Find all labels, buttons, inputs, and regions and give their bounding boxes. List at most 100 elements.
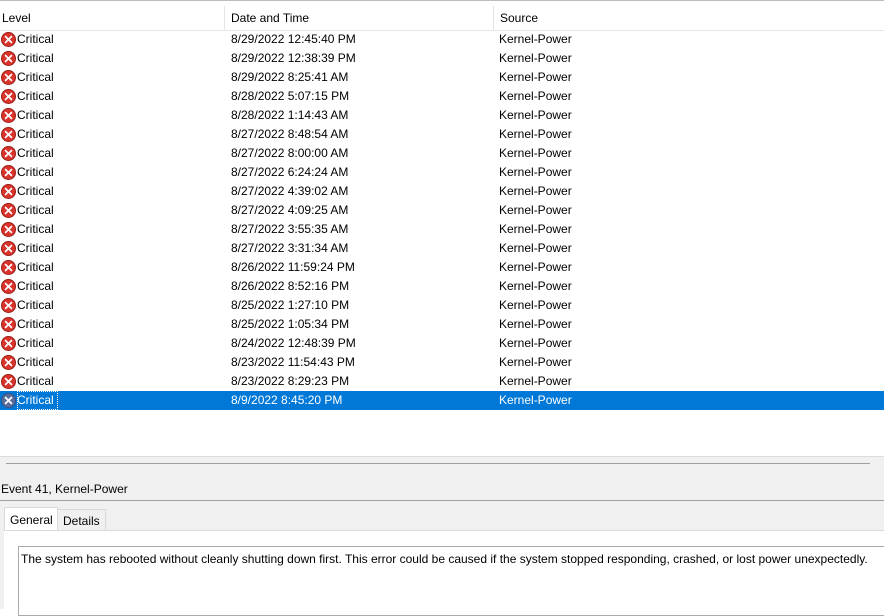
critical-error-icon [1, 146, 16, 161]
row-date-time: 8/27/2022 3:31:34 AM [231, 241, 349, 255]
table-row[interactable]: Critical 8/26/2022 8:52:16 PM Kernel-Power [0, 277, 884, 296]
row-source: Kernel-Power [499, 127, 572, 141]
row-level: Critical [17, 391, 58, 410]
row-level: Critical [17, 374, 54, 388]
row-source: Kernel-Power [499, 336, 572, 350]
table-row[interactable]: Critical 8/29/2022 8:25:41 AM Kernel-Power [0, 68, 884, 87]
critical-error-icon [1, 70, 16, 85]
critical-error-icon [1, 336, 16, 351]
table-row[interactable]: Critical 8/27/2022 3:55:35 AM Kernel-Power [0, 220, 884, 239]
table-row[interactable]: Critical 8/25/2022 1:27:10 PM Kernel-Power [0, 296, 884, 315]
row-source: Kernel-Power [499, 298, 572, 312]
row-source: Kernel-Power [499, 184, 572, 198]
row-level: Critical [17, 298, 54, 312]
table-row[interactable]: Critical 8/27/2022 4:39:02 AM Kernel-Power [0, 182, 884, 201]
event-description: The system has rebooted without cleanly … [21, 552, 868, 566]
critical-error-icon [1, 317, 16, 332]
row-level: Critical [17, 222, 54, 236]
row-level: Critical [17, 241, 54, 255]
event-title-divider [0, 500, 884, 501]
row-date-time: 8/29/2022 12:38:39 PM [231, 51, 356, 65]
row-date-time: 8/27/2022 4:09:25 AM [231, 203, 349, 217]
critical-error-icon [1, 127, 16, 142]
splitter-line [6, 463, 870, 464]
critical-error-icon [1, 108, 16, 123]
table-row[interactable]: Critical 8/28/2022 5:07:15 PM Kernel-Power [0, 87, 884, 106]
critical-error-icon [1, 89, 16, 104]
table-row[interactable]: Critical 8/9/2022 8:45:20 PM Kernel-Power [0, 391, 884, 410]
row-source: Kernel-Power [499, 51, 572, 65]
row-date-time: 8/27/2022 3:55:35 AM [231, 222, 349, 236]
row-date-time: 8/25/2022 1:05:34 PM [231, 317, 350, 331]
row-date-time: 8/25/2022 1:27:10 PM [231, 298, 350, 312]
table-row[interactable]: Critical 8/25/2022 1:05:34 PM Kernel-Power [0, 315, 884, 334]
row-date-time: 8/23/2022 8:29:23 PM [231, 374, 350, 388]
table-row[interactable]: Critical 8/24/2022 12:48:39 PM Kernel-Powe… [0, 334, 884, 353]
row-source: Kernel-Power [499, 374, 572, 388]
row-source: Kernel-Power [499, 89, 572, 103]
critical-error-icon [1, 222, 16, 237]
table-row[interactable]: Critical 8/27/2022 4:09:25 AM Kernel-Power [0, 201, 884, 220]
row-level: Critical [17, 32, 54, 46]
table-row[interactable]: Critical 8/26/2022 11:59:24 PM Kernel-Powe… [0, 258, 884, 277]
row-source: Kernel-Power [499, 222, 572, 236]
tab-details[interactable]: Details [58, 509, 106, 531]
critical-error-icon [1, 298, 16, 313]
row-date-time: 8/27/2022 8:00:00 AM [231, 146, 349, 160]
table-row[interactable]: Critical 8/29/2022 12:38:39 PM Kernel-Powe… [0, 49, 884, 68]
event-list-header: Level Date and Time Source [0, 6, 884, 31]
row-date-time: 8/27/2022 6:24:24 AM [231, 165, 349, 179]
critical-error-icon [1, 374, 16, 389]
column-header-level[interactable]: Level [0, 6, 224, 30]
critical-error-icon [1, 51, 16, 66]
critical-error-icon [1, 184, 16, 199]
row-level: Critical [17, 108, 54, 122]
row-source: Kernel-Power [499, 279, 572, 293]
row-level: Critical [17, 279, 54, 293]
row-level: Critical [17, 336, 54, 350]
row-source: Kernel-Power [499, 165, 572, 179]
row-level: Critical [17, 203, 54, 217]
row-level: Critical [17, 165, 54, 179]
table-row[interactable]: Critical 8/23/2022 11:54:43 PM Kernel-Powe… [0, 353, 884, 372]
tab-general[interactable]: General [4, 507, 58, 531]
row-date-time: 8/26/2022 11:59:24 PM [231, 260, 355, 274]
column-header-date-and-time[interactable]: Date and Time [224, 6, 493, 30]
row-date-time: 8/29/2022 8:25:41 AM [231, 70, 349, 84]
table-row[interactable]: Critical 8/29/2022 12:45:40 PM Kernel-Powe… [0, 30, 884, 49]
event-rows: Critical 8/29/2022 12:45:40 PM Kernel-Powe… [0, 30, 884, 410]
critical-error-icon [1, 355, 16, 370]
row-source: Kernel-Power [499, 355, 572, 369]
row-date-time: 8/9/2022 8:45:20 PM [231, 393, 343, 407]
row-date-time: 8/28/2022 5:07:15 PM [231, 89, 350, 103]
critical-error-icon [1, 32, 16, 47]
event-description-box[interactable]: The system has rebooted without cleanly … [18, 546, 884, 616]
critical-error-icon [1, 165, 16, 180]
row-source: Kernel-Power [499, 241, 572, 255]
table-row[interactable]: Critical 8/27/2022 3:31:34 AM Kernel-Power [0, 239, 884, 258]
row-level: Critical [17, 89, 54, 103]
row-date-time: 8/28/2022 1:14:43 AM [231, 108, 349, 122]
column-header-source[interactable]: Source [493, 6, 884, 30]
critical-error-icon [1, 279, 16, 294]
row-source: Kernel-Power [499, 32, 572, 46]
critical-error-icon [1, 260, 16, 275]
row-level: Critical [17, 146, 54, 160]
table-row[interactable]: Critical 8/27/2022 6:24:24 AM Kernel-Power [0, 163, 884, 182]
event-title: Event 41, Kernel-Power [1, 482, 128, 496]
table-row[interactable]: Critical 8/28/2022 1:14:43 AM Kernel-Power [0, 106, 884, 125]
row-source: Kernel-Power [499, 108, 572, 122]
row-level: Critical [17, 51, 54, 65]
row-source: Kernel-Power [499, 70, 572, 84]
table-row[interactable]: Critical 8/27/2022 8:00:00 AM Kernel-Power [0, 144, 884, 163]
table-row[interactable]: Critical 8/23/2022 8:29:23 PM Kernel-Power [0, 372, 884, 391]
pane-splitter[interactable] [0, 456, 884, 477]
row-date-time: 8/29/2022 12:45:40 PM [231, 32, 356, 46]
row-source: Kernel-Power [499, 146, 572, 160]
row-date-time: 8/26/2022 8:52:16 PM [231, 279, 350, 293]
critical-error-icon [1, 393, 16, 408]
critical-error-icon [1, 203, 16, 218]
row-date-time: 8/27/2022 8:48:54 AM [231, 127, 349, 141]
table-row[interactable]: Critical 8/27/2022 8:48:54 AM Kernel-Power [0, 125, 884, 144]
row-source: Kernel-Power [499, 317, 572, 331]
